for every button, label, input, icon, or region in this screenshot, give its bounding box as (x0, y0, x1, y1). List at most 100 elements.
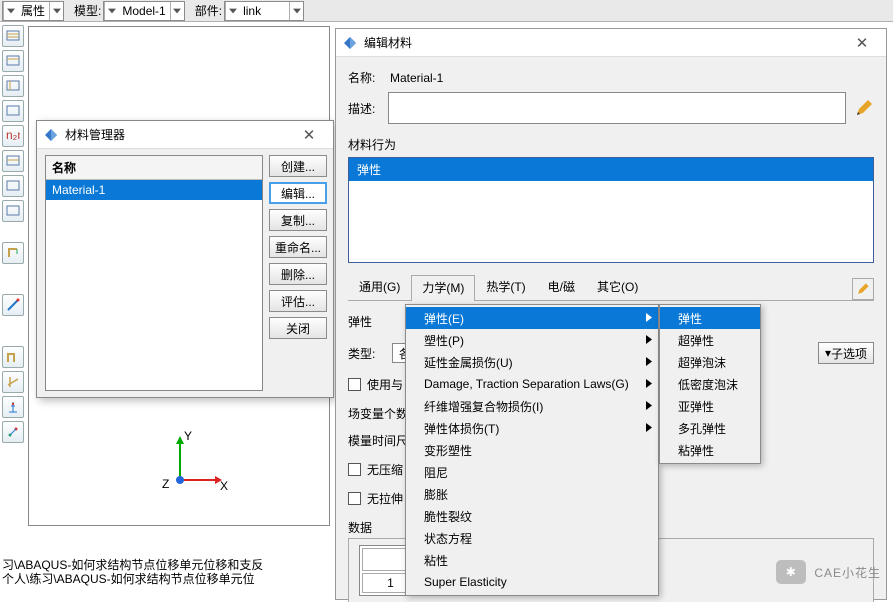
menu-item-eos[interactable]: 状态方程 (406, 527, 658, 549)
submenu-item-hyperfoam[interactable]: 超弹泡沫 (660, 351, 760, 373)
category-tabs: 通用(G) 力学(M) 热学(T) 电/磁 其它(O) (348, 277, 874, 301)
wechat-icon: ✱ (776, 560, 806, 584)
tab-thermal[interactable]: 热学(T) (475, 274, 536, 300)
menu-item-ductile[interactable]: 延性金属损伤(U) (406, 351, 658, 373)
menu-item-deform[interactable]: 变形塑性 (406, 439, 658, 461)
submenu-item-visco[interactable]: 粘弹性 (660, 439, 760, 461)
tab-general[interactable]: 通用(G) (348, 274, 411, 300)
use-label: 使用与 (367, 376, 403, 393)
menu-item-plastic[interactable]: 塑性(P) (406, 329, 658, 351)
pencil-icon[interactable] (852, 278, 874, 300)
suboptions-button[interactable]: ▾ 子选项 (818, 342, 874, 364)
material-manager-dialog: 材料管理器 ✕ 名称 Material-1 创建... 编辑... 复制... … (36, 120, 334, 398)
part-select[interactable]: link (224, 1, 304, 21)
svg-text:Z: Z (162, 477, 169, 491)
tab-other[interactable]: 其它(O) (586, 274, 649, 300)
tool-icon-6[interactable] (2, 150, 24, 172)
create-button[interactable]: 创建... (269, 155, 327, 177)
app-icon (342, 35, 358, 51)
pencil-icon[interactable] (854, 98, 874, 118)
tool-icon-9[interactable] (2, 242, 24, 264)
menu-item-expand[interactable]: 膨胀 (406, 483, 658, 505)
part-text: link (239, 4, 267, 18)
menu-item-fiber[interactable]: 纤维增强复合物损伤(I) (406, 395, 658, 417)
svg-text:Y: Y (184, 430, 192, 443)
tab-electrical[interactable]: 电/磁 (537, 274, 586, 300)
material-manager-titlebar[interactable]: 材料管理器 ✕ (37, 121, 333, 149)
coordinate-axes: X Y Z (160, 430, 230, 500)
name-label: 名称: (348, 69, 386, 86)
tool-icon-10[interactable] (2, 294, 24, 316)
tool-icon-14[interactable] (2, 421, 24, 443)
top-toolbar: 属性 模型: Model-1 部件: link (0, 0, 893, 22)
rename-button[interactable]: 重命名... (269, 236, 327, 258)
material-list[interactable]: 名称 Material-1 (45, 155, 263, 391)
svg-text:X: X (220, 479, 228, 493)
module-select[interactable]: 属性 (2, 1, 64, 21)
use-checkbox[interactable] (348, 378, 361, 391)
menu-item-elastic[interactable]: 弹性(E) (406, 307, 658, 329)
tool-icon-13[interactable] (2, 396, 24, 418)
tool-icon-2[interactable] (2, 50, 24, 72)
close-icon[interactable]: ✕ (844, 31, 880, 55)
tab-mechanical[interactable]: 力学(M) (411, 275, 475, 301)
tool-icon-5[interactable]: n₂n₁ (2, 125, 24, 147)
edit-material-titlebar[interactable]: 编辑材料 ✕ (336, 29, 886, 57)
chevron-down-icon (49, 2, 63, 20)
notension-checkbox[interactable] (348, 492, 361, 505)
type-label: 类型: (348, 345, 392, 362)
tool-icon-3[interactable] (2, 75, 24, 97)
behavior-list[interactable]: 弹性 (348, 157, 874, 263)
menu-item-elastomer[interactable]: 弹性体损伤(T) (406, 417, 658, 439)
submenu-item-porous[interactable]: 多孔弹性 (660, 417, 760, 439)
edit-button[interactable]: 编辑... (269, 182, 327, 204)
material-manager-title: 材料管理器 (65, 126, 291, 143)
chevron-down-icon (289, 2, 303, 20)
mechanical-menu: 弹性(E) 塑性(P) 延性金属损伤(U) Damage, Traction S… (405, 304, 659, 596)
tool-icon-8[interactable] (2, 200, 24, 222)
model-text: Model-1 (118, 4, 169, 18)
chevron-down-icon (3, 2, 17, 20)
model-select[interactable]: Model-1 (103, 1, 184, 21)
submenu-item-lowdens[interactable]: 低密度泡沫 (660, 373, 760, 395)
elastic-submenu: 弹性 超弹性 超弹泡沫 低密度泡沫 亚弹性 多孔弹性 粘弹性 (659, 304, 761, 464)
edit-material-title: 编辑材料 (364, 34, 844, 51)
submenu-item-hyper[interactable]: 超弹性 (660, 329, 760, 351)
behavior-item[interactable]: 弹性 (349, 158, 873, 181)
tool-icon-11[interactable] (2, 346, 24, 368)
tool-icon-1[interactable] (2, 25, 24, 47)
svg-text:n₂n₁: n₂n₁ (6, 129, 20, 142)
model-label: 模型: (74, 2, 101, 19)
menu-item-damp[interactable]: 阻尼 (406, 461, 658, 483)
close-icon[interactable]: ✕ (291, 123, 327, 147)
nocompression-checkbox[interactable] (348, 463, 361, 476)
chevron-down-icon (225, 2, 239, 20)
menu-item-super[interactable]: Super Elasticity (406, 571, 658, 593)
tool-icon-4[interactable] (2, 100, 24, 122)
left-tool-column: n₂n₁ (0, 22, 26, 446)
app-icon (43, 127, 59, 143)
delete-button[interactable]: 删除... (269, 263, 327, 285)
module-text: 属性 (17, 2, 49, 19)
watermark: ✱ CAE小花生 (776, 560, 881, 584)
material-list-header: 名称 (46, 156, 262, 180)
evaluate-button[interactable]: 评估... (269, 290, 327, 312)
name-value: Material-1 (390, 71, 443, 85)
menu-item-visc[interactable]: 粘性 (406, 549, 658, 571)
submenu-item-elastic[interactable]: 弹性 (660, 307, 760, 329)
menu-item-dtsl[interactable]: Damage, Traction Separation Laws(G) (406, 373, 658, 395)
tool-icon-12[interactable] (2, 371, 24, 393)
desc-label: 描述: (348, 100, 386, 117)
behavior-label: 材料行为 (348, 136, 874, 153)
menu-item-brittle[interactable]: 脆性裂纹 (406, 505, 658, 527)
close-button[interactable]: 关闭 (269, 317, 327, 339)
material-list-item[interactable]: Material-1 (46, 180, 262, 200)
nocompression-label: 无压缩 (367, 461, 403, 478)
tool-icon-7[interactable] (2, 175, 24, 197)
copy-button[interactable]: 复制... (269, 209, 327, 231)
desc-input[interactable] (388, 92, 846, 124)
submenu-item-hypo[interactable]: 亚弹性 (660, 395, 760, 417)
chevron-down-icon (170, 2, 184, 20)
notension-label: 无拉伸 (367, 490, 403, 507)
status-text: 习\ABAQUS-如何求结构节点位移单元位移和支反 个人\练习\ABAQUS-如… (2, 558, 263, 586)
